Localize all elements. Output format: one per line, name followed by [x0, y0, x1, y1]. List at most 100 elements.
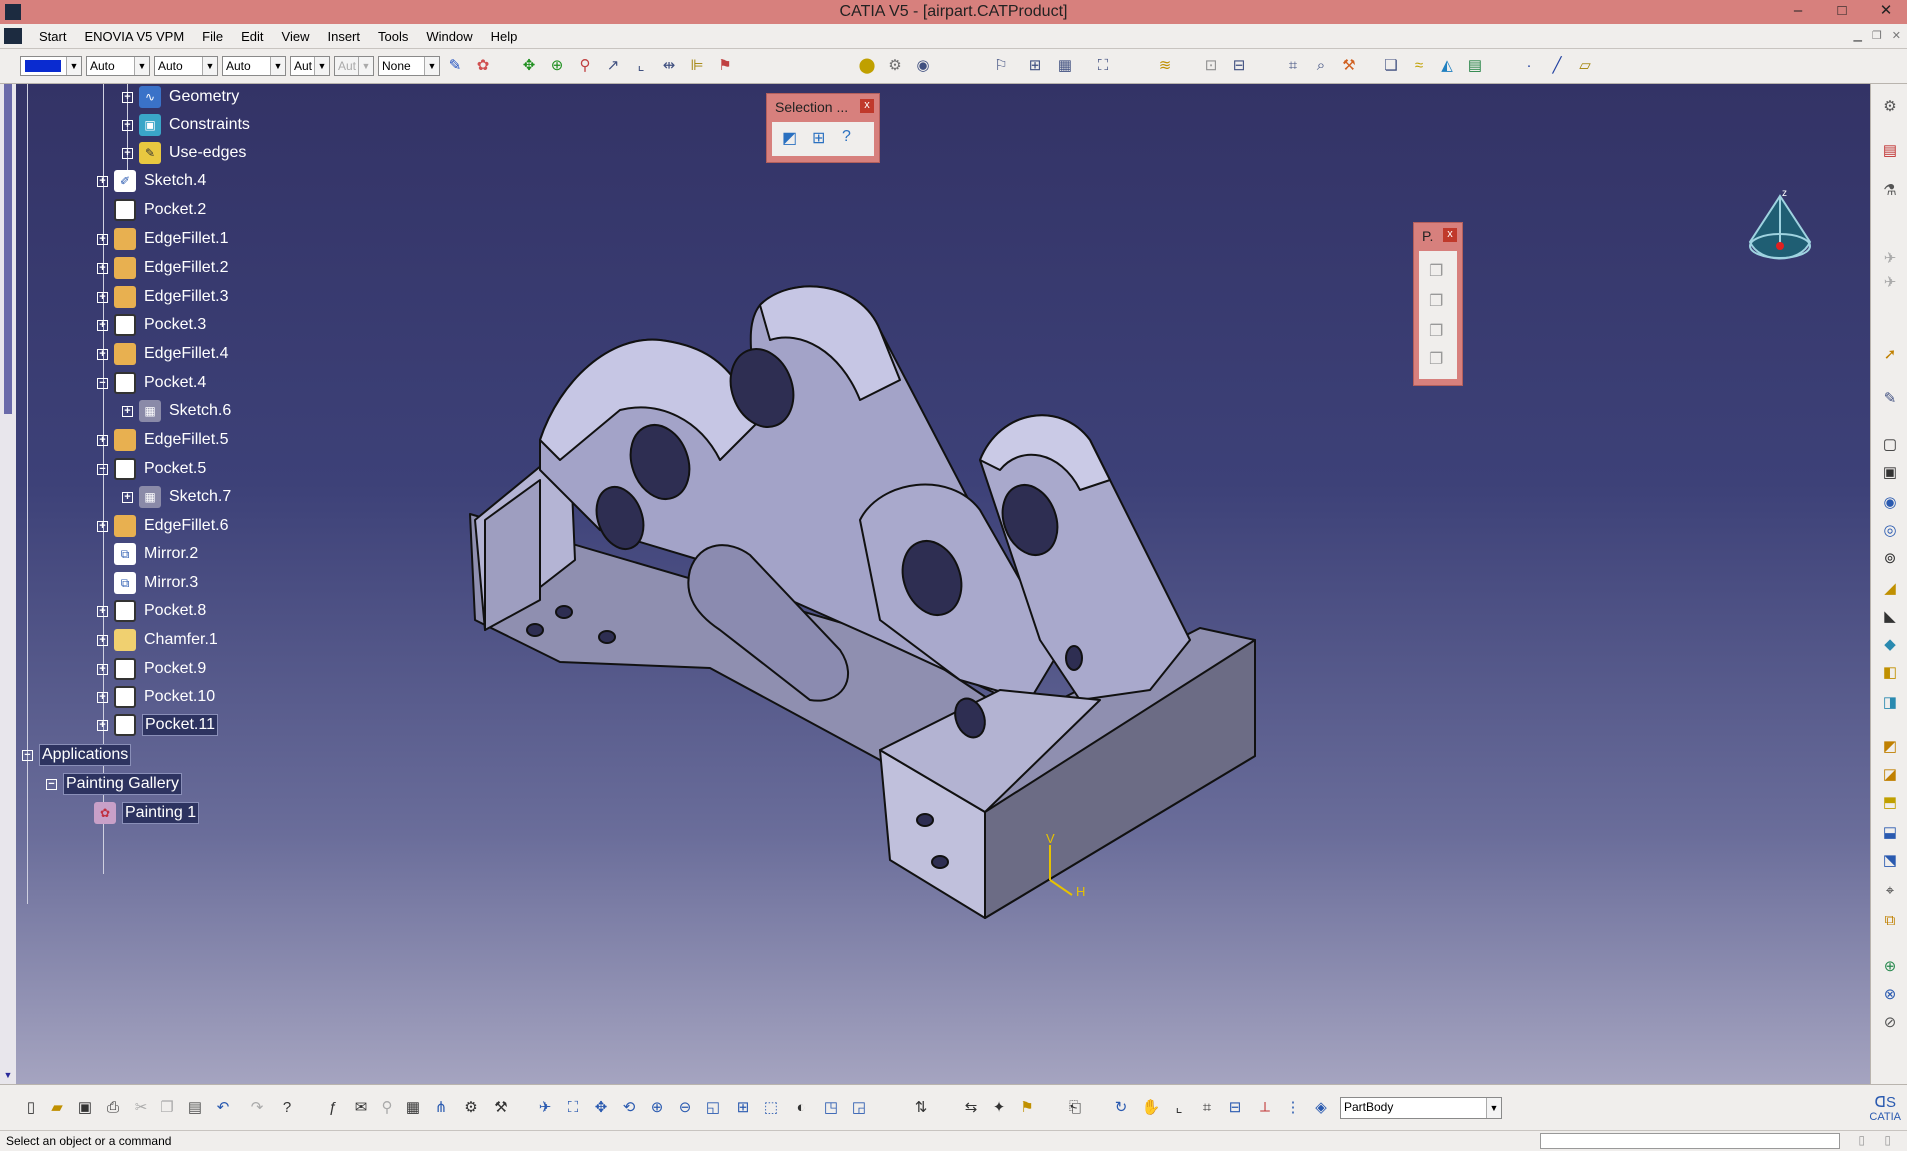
cut-plane-icon[interactable]: ⊟: [1228, 55, 1250, 77]
mirror-tool-icon[interactable]: ⧉: [1879, 910, 1901, 932]
layers-icon[interactable]: ≋: [1154, 55, 1176, 77]
doc-minimize-button[interactable]: ▁: [1853, 29, 1861, 42]
shading-icon[interactable]: ◐: [790, 1097, 812, 1119]
trap-select-icon[interactable]: ⊞: [812, 128, 825, 148]
distribute-icon[interactable]: ⇹: [658, 55, 680, 77]
rib-icon[interactable]: ◢: [1879, 578, 1901, 600]
tree-item-selected[interactable]: + Pocket.11: [97, 712, 218, 738]
draft-icon[interactable]: ⬒: [1879, 792, 1901, 814]
collapse-icon[interactable]: −: [97, 463, 108, 475]
measure-between-icon[interactable]: ⌗: [1196, 1097, 1218, 1119]
section-icon[interactable]: ⊡: [1200, 55, 1222, 77]
menu-edit[interactable]: Edit: [232, 29, 272, 44]
tree-item-painting-gallery[interactable]: − Painting Gallery: [46, 771, 182, 797]
collapse-icon[interactable]: −: [46, 778, 57, 790]
expand-icon[interactable]: +: [122, 91, 133, 103]
tree-item[interactable]: + ▣ Constraints: [122, 112, 252, 138]
tree-item[interactable]: + Pocket.3: [97, 312, 208, 338]
pad-icon[interactable]: ▢: [1879, 434, 1901, 456]
tree-item[interactable]: + Pocket.9: [97, 656, 208, 682]
3d-viewport[interactable]: V H + ∿ Geometry + ▣ Constraints + ✎ Use…: [0, 84, 1870, 1084]
dimension-tool-icon[interactable]: ⌗: [1282, 55, 1304, 77]
tools-icon[interactable]: ⚒: [490, 1097, 512, 1119]
tree-item[interactable]: ⧉ Mirror.2: [97, 541, 200, 567]
parameters-icon[interactable]: ⋮: [1282, 1097, 1304, 1119]
manipulate-icon[interactable]: ⇅: [910, 1097, 932, 1119]
cut-icon[interactable]: ✂: [130, 1097, 152, 1119]
tree-item[interactable]: + ∿ Geometry: [122, 84, 241, 110]
pointer-tool-icon[interactable]: ➚: [1879, 344, 1901, 366]
tree-item[interactable]: + EdgeFillet.4: [97, 341, 231, 367]
body-icon[interactable]: ◈: [1310, 1097, 1332, 1119]
measure-tool-icon[interactable]: ⊘: [1879, 1012, 1901, 1034]
save-icon[interactable]: ▣: [74, 1097, 96, 1119]
expand-icon[interactable]: +: [97, 691, 108, 703]
axis-icon[interactable]: ⌞: [630, 55, 652, 77]
capture-icon[interactable]: ⎗: [1064, 1097, 1086, 1119]
start-icon[interactable]: [4, 28, 22, 44]
rotate-icon[interactable]: ⟲: [618, 1097, 640, 1119]
sketcher-icon[interactable]: ✎: [1879, 388, 1901, 410]
iso-view-icon[interactable]: ⬚: [760, 1097, 782, 1119]
sketch-tool-icon[interactable]: ⚗: [1879, 180, 1901, 202]
grid-icon[interactable]: ▦: [1054, 55, 1076, 77]
pdf-icon[interactable]: ▤: [1879, 140, 1901, 162]
align-icon[interactable]: ⊫: [686, 55, 708, 77]
collapse-icon[interactable]: −: [97, 377, 108, 389]
expand-icon[interactable]: +: [97, 719, 108, 731]
thickness-icon[interactable]: ⬔: [1879, 850, 1901, 872]
fill-selector[interactable]: None ▼: [378, 56, 440, 76]
paste-icon[interactable]: ▤: [184, 1097, 206, 1119]
globe-icon[interactable]: ◉: [912, 55, 934, 77]
tree-item[interactable]: + ✎ Use-edges: [122, 140, 248, 166]
tree-item[interactable]: + Chamfer.1: [97, 627, 220, 653]
tree-item-applications[interactable]: − Applications: [22, 742, 132, 768]
tree-item[interactable]: + EdgeFillet.5: [97, 427, 231, 453]
undo-icon[interactable]: ↶: [212, 1097, 234, 1119]
menu-file[interactable]: File: [193, 29, 232, 44]
command-input[interactable]: [1540, 1133, 1840, 1149]
analysis-icon[interactable]: ⚐: [990, 55, 1012, 77]
hide-show-icon[interactable]: ◳: [820, 1097, 842, 1119]
expand-icon[interactable]: +: [97, 348, 108, 360]
tree-item[interactable]: + ✐ Sketch.4: [97, 168, 208, 194]
catalog-icon[interactable]: ⬤: [856, 55, 878, 77]
comment-icon[interactable]: ✉: [350, 1097, 372, 1119]
hole-icon[interactable]: ⊚: [1879, 548, 1901, 570]
solid-icon[interactable]: ▤: [1464, 55, 1486, 77]
transform-icon[interactable]: ⌖: [1879, 880, 1901, 902]
expand-icon[interactable]: +: [97, 262, 108, 274]
tree-item[interactable]: + ▦ Sketch.7: [122, 484, 233, 510]
scrollbar-thumb[interactable]: [4, 84, 12, 414]
menu-view[interactable]: View: [273, 29, 319, 44]
clash-icon[interactable]: ⚑: [1016, 1097, 1038, 1119]
table-icon[interactable]: ▦: [402, 1097, 424, 1119]
painter-icon[interactable]: ✎: [444, 55, 466, 77]
catalog-tool-icon[interactable]: ⚙: [460, 1097, 482, 1119]
tree-item[interactable]: + EdgeFillet.3: [97, 284, 231, 310]
tree-item[interactable]: − Pocket.5: [97, 456, 208, 482]
print-icon[interactable]: ⎙: [102, 1097, 124, 1119]
help-select-icon[interactable]: ?: [842, 128, 851, 146]
boolean-icon[interactable]: ⊕: [1879, 956, 1901, 978]
surface-icon[interactable]: ≈: [1408, 55, 1430, 77]
minimize-button[interactable]: –: [1785, 0, 1811, 22]
expand-icon[interactable]: +: [97, 233, 108, 245]
menu-tools[interactable]: Tools: [369, 29, 417, 44]
tree-item[interactable]: Pocket.2: [97, 197, 208, 223]
copy-icon[interactable]: ❐: [156, 1097, 178, 1119]
graphic-props-icon[interactable]: ✿: [472, 55, 494, 77]
menu-start[interactable]: Start: [30, 29, 75, 44]
tree-scrollbar[interactable]: ▲ ▼: [0, 84, 16, 1084]
assemble-icon[interactable]: ⊗: [1879, 984, 1901, 1006]
whats-this-icon[interactable]: ?: [276, 1097, 298, 1119]
expand-icon[interactable]: +: [97, 434, 108, 446]
move-icon[interactable]: ✥: [518, 55, 540, 77]
slot-icon[interactable]: ◣: [1879, 606, 1901, 628]
menu-insert[interactable]: Insert: [318, 29, 369, 44]
tree-item[interactable]: + EdgeFillet.1: [97, 226, 231, 252]
hand-icon[interactable]: ✋: [1140, 1097, 1162, 1119]
color-selector[interactable]: ▼: [20, 56, 82, 76]
tree-icon[interactable]: ⋔: [430, 1097, 452, 1119]
expand-icon[interactable]: +: [122, 491, 133, 503]
